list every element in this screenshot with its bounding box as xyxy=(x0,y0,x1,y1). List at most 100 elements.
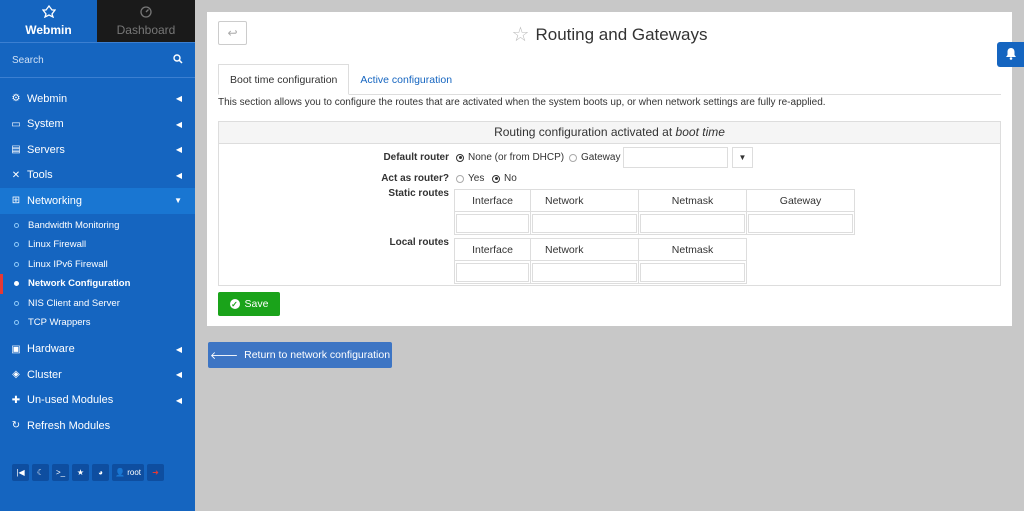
sidebar-subitem-nis-client-server[interactable]: NIS Client and Server xyxy=(0,294,195,314)
gateway-input[interactable] xyxy=(623,147,728,168)
sidebar-item-label: Cluster xyxy=(27,368,62,381)
static-network-input[interactable] xyxy=(532,213,637,233)
sidebar-item-label: Webmin xyxy=(27,92,68,105)
sidebar-item-label: Hardware xyxy=(27,343,75,356)
radio-off-icon xyxy=(569,153,577,162)
form-heading-prefix: Routing configuration activated at xyxy=(494,125,673,139)
tab-webmin-label: Webmin xyxy=(25,23,72,37)
local-network-cell xyxy=(530,260,639,284)
sidebar-subitem-label: TCP Wrappers xyxy=(28,317,91,329)
sidebar-item-servers[interactable]: ▤ Servers ◀ xyxy=(0,137,195,163)
notifications-button[interactable] xyxy=(997,42,1024,67)
sidebar-item-refresh-modules[interactable]: ↻ Refresh Modules xyxy=(0,413,195,439)
sidebar-item-tools[interactable]: ✕ Tools ◀ xyxy=(0,163,195,189)
sidebar-item-webmin[interactable]: ⚙ Webmin ◀ xyxy=(0,86,195,112)
arrow-left-icon: 🡐 xyxy=(209,349,239,362)
theme-button[interactable]: ◕ xyxy=(92,464,109,481)
local-network-input[interactable] xyxy=(532,262,637,282)
chevron-down-icon: ▼ xyxy=(174,196,182,206)
sidebar-subitem-linux-firewall[interactable]: Linux Firewall xyxy=(0,235,195,255)
static-network-cell xyxy=(530,211,639,235)
tab-active-configuration[interactable]: Active configuration xyxy=(349,64,463,95)
static-interface-input[interactable] xyxy=(456,213,529,233)
puzzle-icon: ✚ xyxy=(11,394,21,406)
sidebar-item-label: System xyxy=(27,118,64,131)
terminal-icon: >_ xyxy=(55,468,66,477)
sidebar-item-hardware[interactable]: ▣ Hardware ◀ xyxy=(0,337,195,363)
sidebar-subitem-label: Linux Firewall xyxy=(28,239,87,251)
tab-webmin[interactable]: Webmin xyxy=(0,0,97,42)
radio-on-icon xyxy=(456,153,464,162)
col-network: Network xyxy=(530,238,639,261)
sidebar-item-system[interactable]: ▭ System ◀ xyxy=(0,112,195,138)
check-circle-icon: ✓ xyxy=(229,299,240,309)
static-interface-cell xyxy=(454,211,531,235)
terminal-button[interactable]: >_ xyxy=(52,464,69,481)
chevron-left-icon: ◀ xyxy=(175,395,182,405)
networking-submenu: Bandwidth Monitoring Linux Firewall Linu… xyxy=(0,213,195,337)
favorite-star-icon[interactable]: ☆ xyxy=(512,22,530,47)
palette-icon: ◕ xyxy=(98,468,103,477)
radio-label: None (or from DHCP) xyxy=(468,152,565,163)
sidebar-subitem-tcp-wrappers[interactable]: TCP Wrappers xyxy=(0,313,195,333)
col-netmask: Netmask xyxy=(638,238,747,261)
save-button[interactable]: ✓ Save xyxy=(218,292,280,316)
local-routes-label: Local routes xyxy=(389,237,449,248)
static-routes-table: Interface Network Netmask Gateway xyxy=(454,189,855,235)
radio-on-icon xyxy=(492,174,500,183)
bullet-icon xyxy=(14,261,19,267)
main-panel: ↩ ☆ Routing and Gateways Boot time confi… xyxy=(207,12,1012,326)
chevron-left-icon: ◀ xyxy=(175,170,182,180)
chevron-left-icon: ◀ xyxy=(175,145,182,155)
gateway-interface-select[interactable]: ▼ xyxy=(732,147,753,168)
logout-button[interactable]: ➜ xyxy=(147,464,164,481)
return-to-network-configuration-button[interactable]: 🡐 Return to network configuration xyxy=(208,342,392,368)
night-mode-button[interactable]: ☾ xyxy=(32,464,49,481)
tab-label: Active configuration xyxy=(360,73,453,86)
section-description: This section allows you to configure the… xyxy=(218,97,826,108)
favorites-button[interactable]: ★ xyxy=(72,464,89,481)
star-icon: ★ xyxy=(76,468,85,477)
cluster-icon: ◈ xyxy=(12,369,20,381)
radio-label: No xyxy=(504,173,517,184)
chevron-left-icon: ◀ xyxy=(175,119,182,129)
static-netmask-input[interactable] xyxy=(640,213,745,233)
local-netmask-cell xyxy=(638,260,747,284)
radio-label: Yes xyxy=(468,173,485,184)
sidebar-subitem-network-configuration[interactable]: Network Configuration xyxy=(0,274,195,294)
sidebar-subitem-bandwidth-monitoring[interactable]: Bandwidth Monitoring xyxy=(0,216,195,236)
tab-dashboard[interactable]: Dashboard xyxy=(97,0,195,42)
collapse-sidebar-button[interactable]: |◀ xyxy=(12,464,29,481)
bullet-icon xyxy=(14,222,19,228)
user-button[interactable]: 👤 root xyxy=(112,464,144,481)
dashboard-icon xyxy=(140,5,152,21)
webmin-logo-icon xyxy=(41,4,56,21)
sidebar-item-cluster[interactable]: ◈ Cluster ◀ xyxy=(0,362,195,388)
local-netmask-input[interactable] xyxy=(640,262,745,282)
routing-form: Routing configuration activated at boot … xyxy=(218,121,1001,286)
radio-default-router-none[interactable]: None (or from DHCP) xyxy=(456,152,564,163)
radio-default-router-gateway[interactable]: Gateway xyxy=(569,152,620,163)
sidebar-subitem-linux-ipv6-firewall[interactable]: Linux IPv6 Firewall xyxy=(0,255,195,275)
sidebar-item-networking[interactable]: ⊞ Networking ▼ xyxy=(0,188,195,214)
sidebar-item-unused-modules[interactable]: ✚ Un-used Modules ◀ xyxy=(0,388,195,414)
local-routes-table: Interface Network Netmask xyxy=(454,238,747,284)
local-interface-input[interactable] xyxy=(456,262,529,282)
search-icon[interactable] xyxy=(173,53,183,67)
form-heading-emph: boot time xyxy=(675,125,725,139)
user-icon: 👤 xyxy=(115,468,125,477)
static-gateway-cell xyxy=(746,211,855,235)
tab-boot-time-configuration[interactable]: Boot time configuration xyxy=(218,64,350,95)
chevron-left-icon: ◀ xyxy=(175,370,182,380)
static-gateway-input[interactable] xyxy=(748,213,853,233)
save-button-label: Save xyxy=(244,298,269,310)
network-icon: ⊞ xyxy=(11,195,21,207)
static-netmask-cell xyxy=(638,211,747,235)
chevron-left-icon: ◀ xyxy=(175,94,182,104)
search-input[interactable]: Search xyxy=(0,42,195,78)
sidebar-subitem-label: NIS Client and Server xyxy=(28,297,120,309)
radio-act-as-router-yes[interactable]: Yes xyxy=(456,173,484,184)
search-placeholder: Search xyxy=(12,54,44,66)
radio-label: Gateway xyxy=(581,152,621,163)
radio-act-as-router-no[interactable]: No xyxy=(492,173,517,184)
